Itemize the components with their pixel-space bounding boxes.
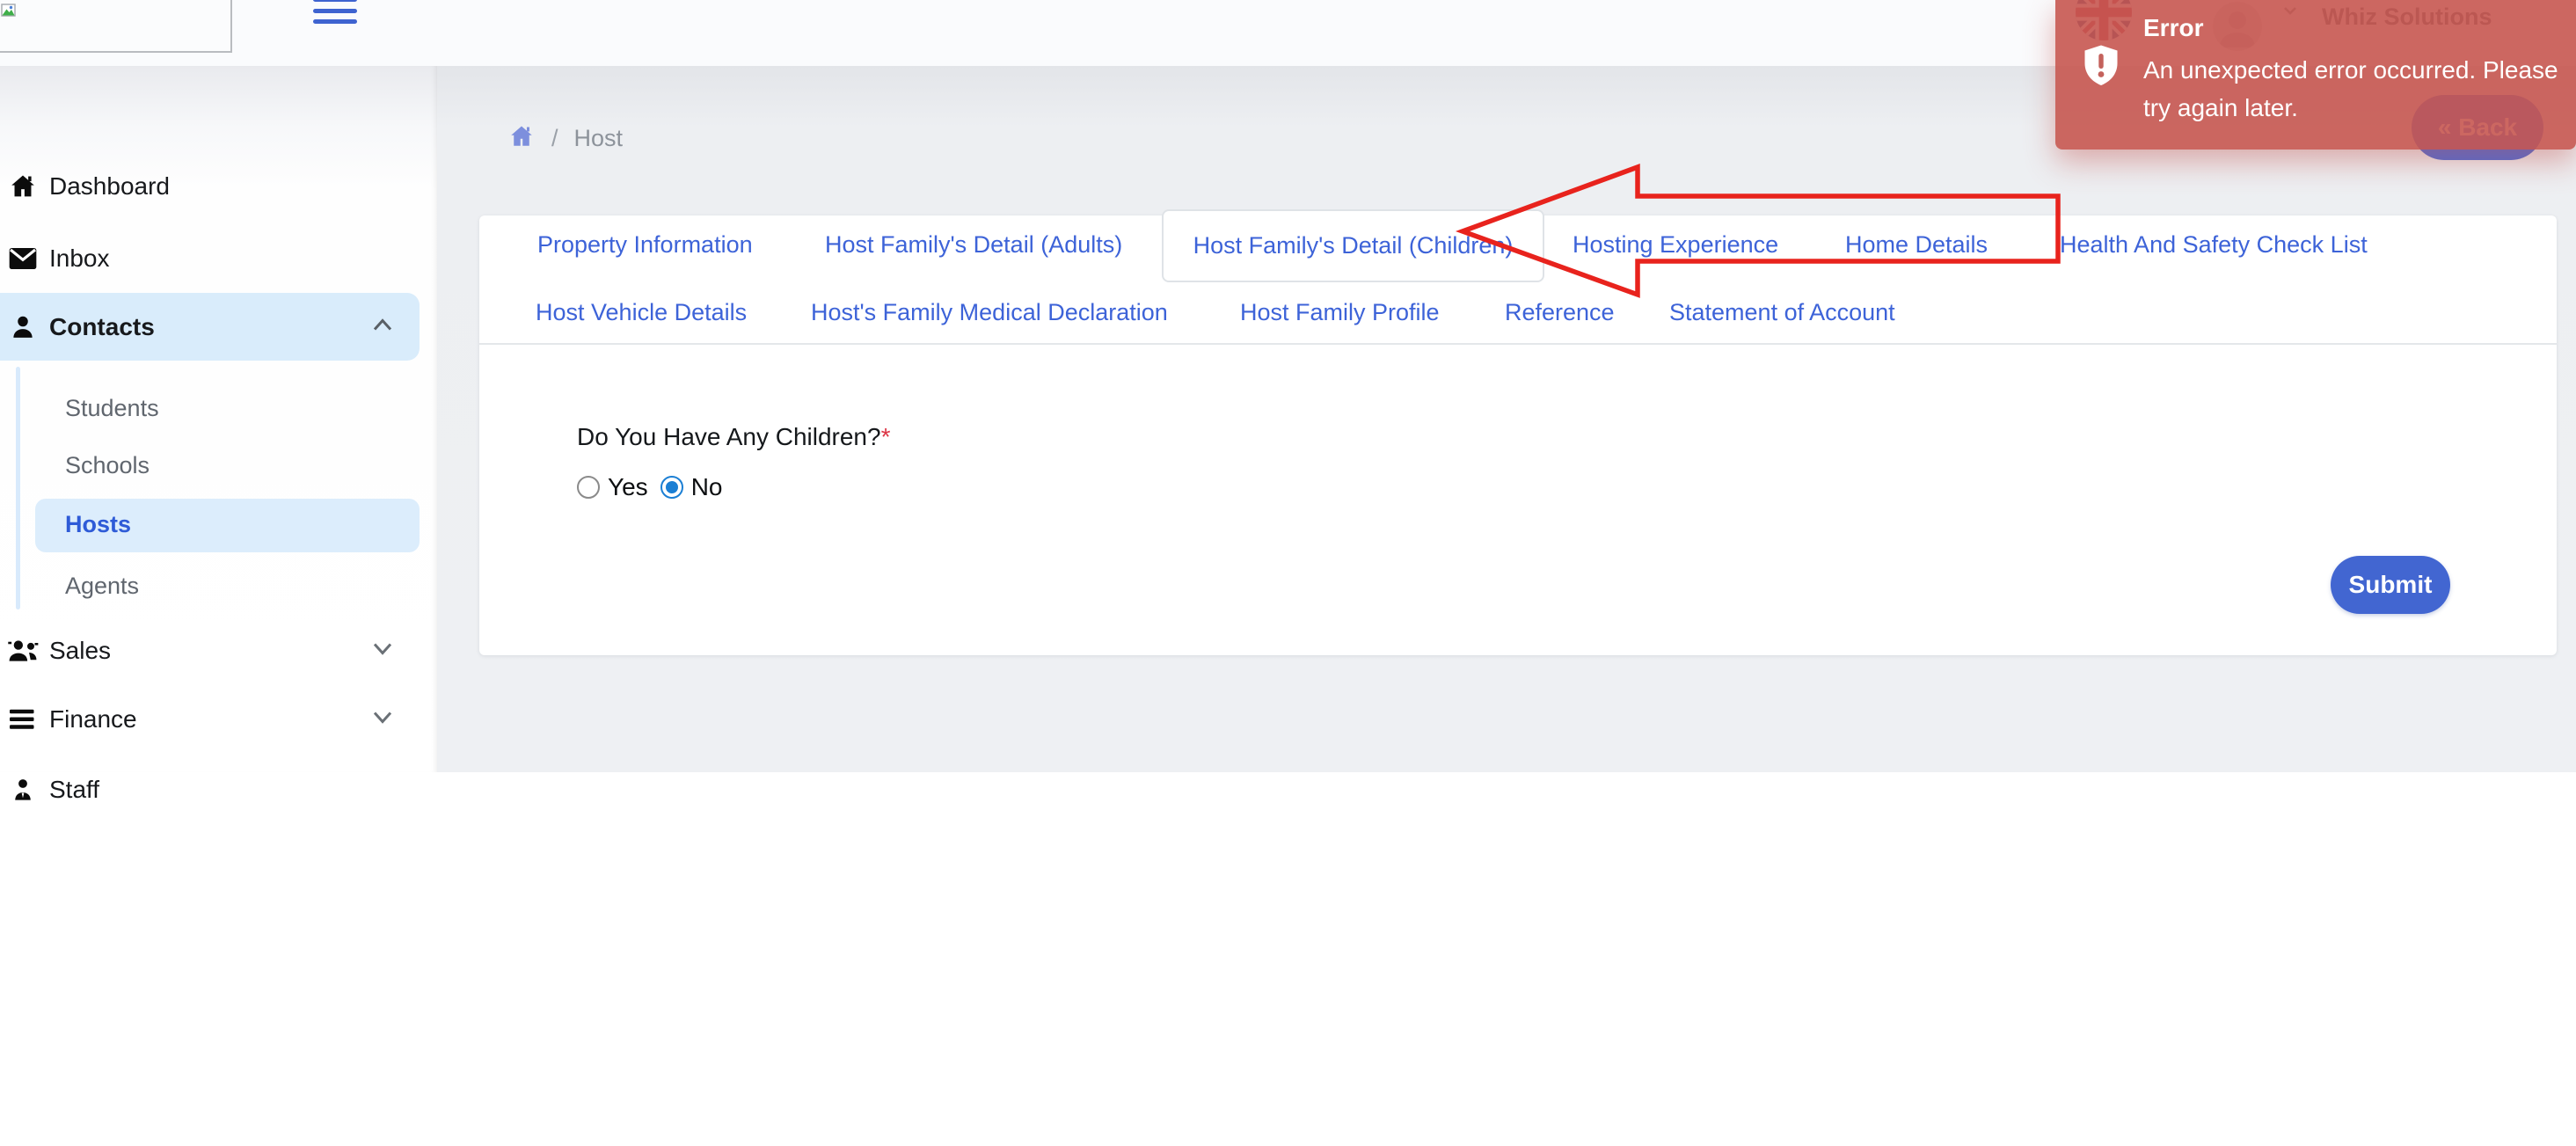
radio-yes-label[interactable]: Yes: [608, 473, 648, 501]
sidebar-subitem-agents[interactable]: Agents: [65, 573, 139, 600]
submenu-indent-line: [16, 367, 20, 609]
tab-host-vehicle-details[interactable]: Host Vehicle Details: [536, 299, 747, 326]
person-icon: [7, 314, 39, 340]
breadcrumb-home-icon[interactable]: [507, 123, 536, 154]
sidebar-item-label: Inbox: [49, 245, 110, 273]
chevron-down-icon: [370, 708, 395, 732]
hamburger-menu-icon[interactable]: [313, 0, 359, 27]
radio-no-label[interactable]: No: [691, 473, 723, 501]
breadcrumb: / Host: [507, 123, 623, 154]
tab-host-family-profile[interactable]: Host Family Profile: [1240, 299, 1440, 326]
sidebar-item-sales[interactable]: Sales: [0, 623, 420, 679]
chevron-down-icon: [370, 639, 395, 663]
tab-reference[interactable]: Reference: [1505, 299, 1615, 326]
tab-hosting-experience[interactable]: Hosting Experience: [1573, 231, 1778, 259]
sidebar-item-staff[interactable]: Staff: [0, 762, 420, 818]
sidebar-item-label: Finance: [49, 705, 137, 734]
sidebar-item-label: Dashboard: [49, 172, 170, 201]
sidebar-item-label: Staff: [49, 776, 99, 804]
sidebar-item-dashboard[interactable]: Dashboard: [0, 159, 420, 214]
person-badge-icon: [7, 777, 39, 803]
tab-host-family-detail-children-active[interactable]: Host Family's Detail (Children): [1162, 209, 1544, 282]
radio-yes[interactable]: [577, 476, 600, 499]
people-icon: [7, 638, 39, 664]
breadcrumb-current: Host: [574, 125, 624, 152]
envelope-icon: [7, 247, 39, 270]
tabstrip-divider: [479, 343, 2557, 345]
tab-home-details[interactable]: Home Details: [1845, 231, 1988, 259]
submit-button[interactable]: Submit: [2331, 556, 2450, 614]
sidebar: Dashboard Inbox Contacts: [0, 66, 437, 772]
tab-statement-of-account[interactable]: Statement of Account: [1669, 299, 1895, 326]
children-radio-group: Yes No: [577, 473, 734, 501]
toast-title: Error: [2143, 14, 2203, 42]
chevron-up-icon: [370, 315, 395, 339]
tab-health-and-safety-check-list[interactable]: Health And Safety Check List: [2060, 231, 2368, 259]
radio-no[interactable]: [660, 476, 683, 499]
question-label: Do You Have Any Children?*: [577, 423, 890, 451]
list-icon: [7, 708, 39, 731]
tab-hosts-family-medical-declaration[interactable]: Host's Family Medical Declaration: [811, 299, 1168, 326]
error-toast: Error An unexpected error occurred. Plea…: [2055, 0, 2576, 150]
home-icon: [7, 172, 39, 201]
breadcrumb-separator: /: [551, 125, 558, 152]
shield-exclamation-icon: [2080, 44, 2122, 88]
toast-message: An unexpected error occurred. Please try…: [2143, 51, 2576, 127]
broken-image-icon: [1, 4, 16, 17]
app-root: Whiz Solutions « Back Dashboard Inbox: [0, 0, 2576, 1146]
sidebar-item-contacts[interactable]: Contacts: [0, 293, 420, 361]
sidebar-item-finance[interactable]: Finance: [0, 691, 420, 748]
sidebar-item-label: Sales: [49, 637, 111, 665]
sidebar-item-inbox[interactable]: Inbox: [0, 231, 420, 286]
sidebar-item-label: Contacts: [49, 313, 155, 341]
sidebar-subitem-hosts[interactable]: Hosts: [65, 511, 131, 538]
tab-host-family-detail-adults[interactable]: Host Family's Detail (Adults): [825, 231, 1122, 259]
active-tab-label: Host Family's Detail (Children): [1193, 232, 1514, 259]
tab-property-information[interactable]: Property Information: [537, 231, 753, 259]
sidebar-subitem-students[interactable]: Students: [65, 395, 159, 422]
required-asterisk: *: [881, 423, 891, 450]
logo-broken-image[interactable]: [0, 0, 232, 53]
sidebar-subitem-schools[interactable]: Schools: [65, 452, 150, 479]
